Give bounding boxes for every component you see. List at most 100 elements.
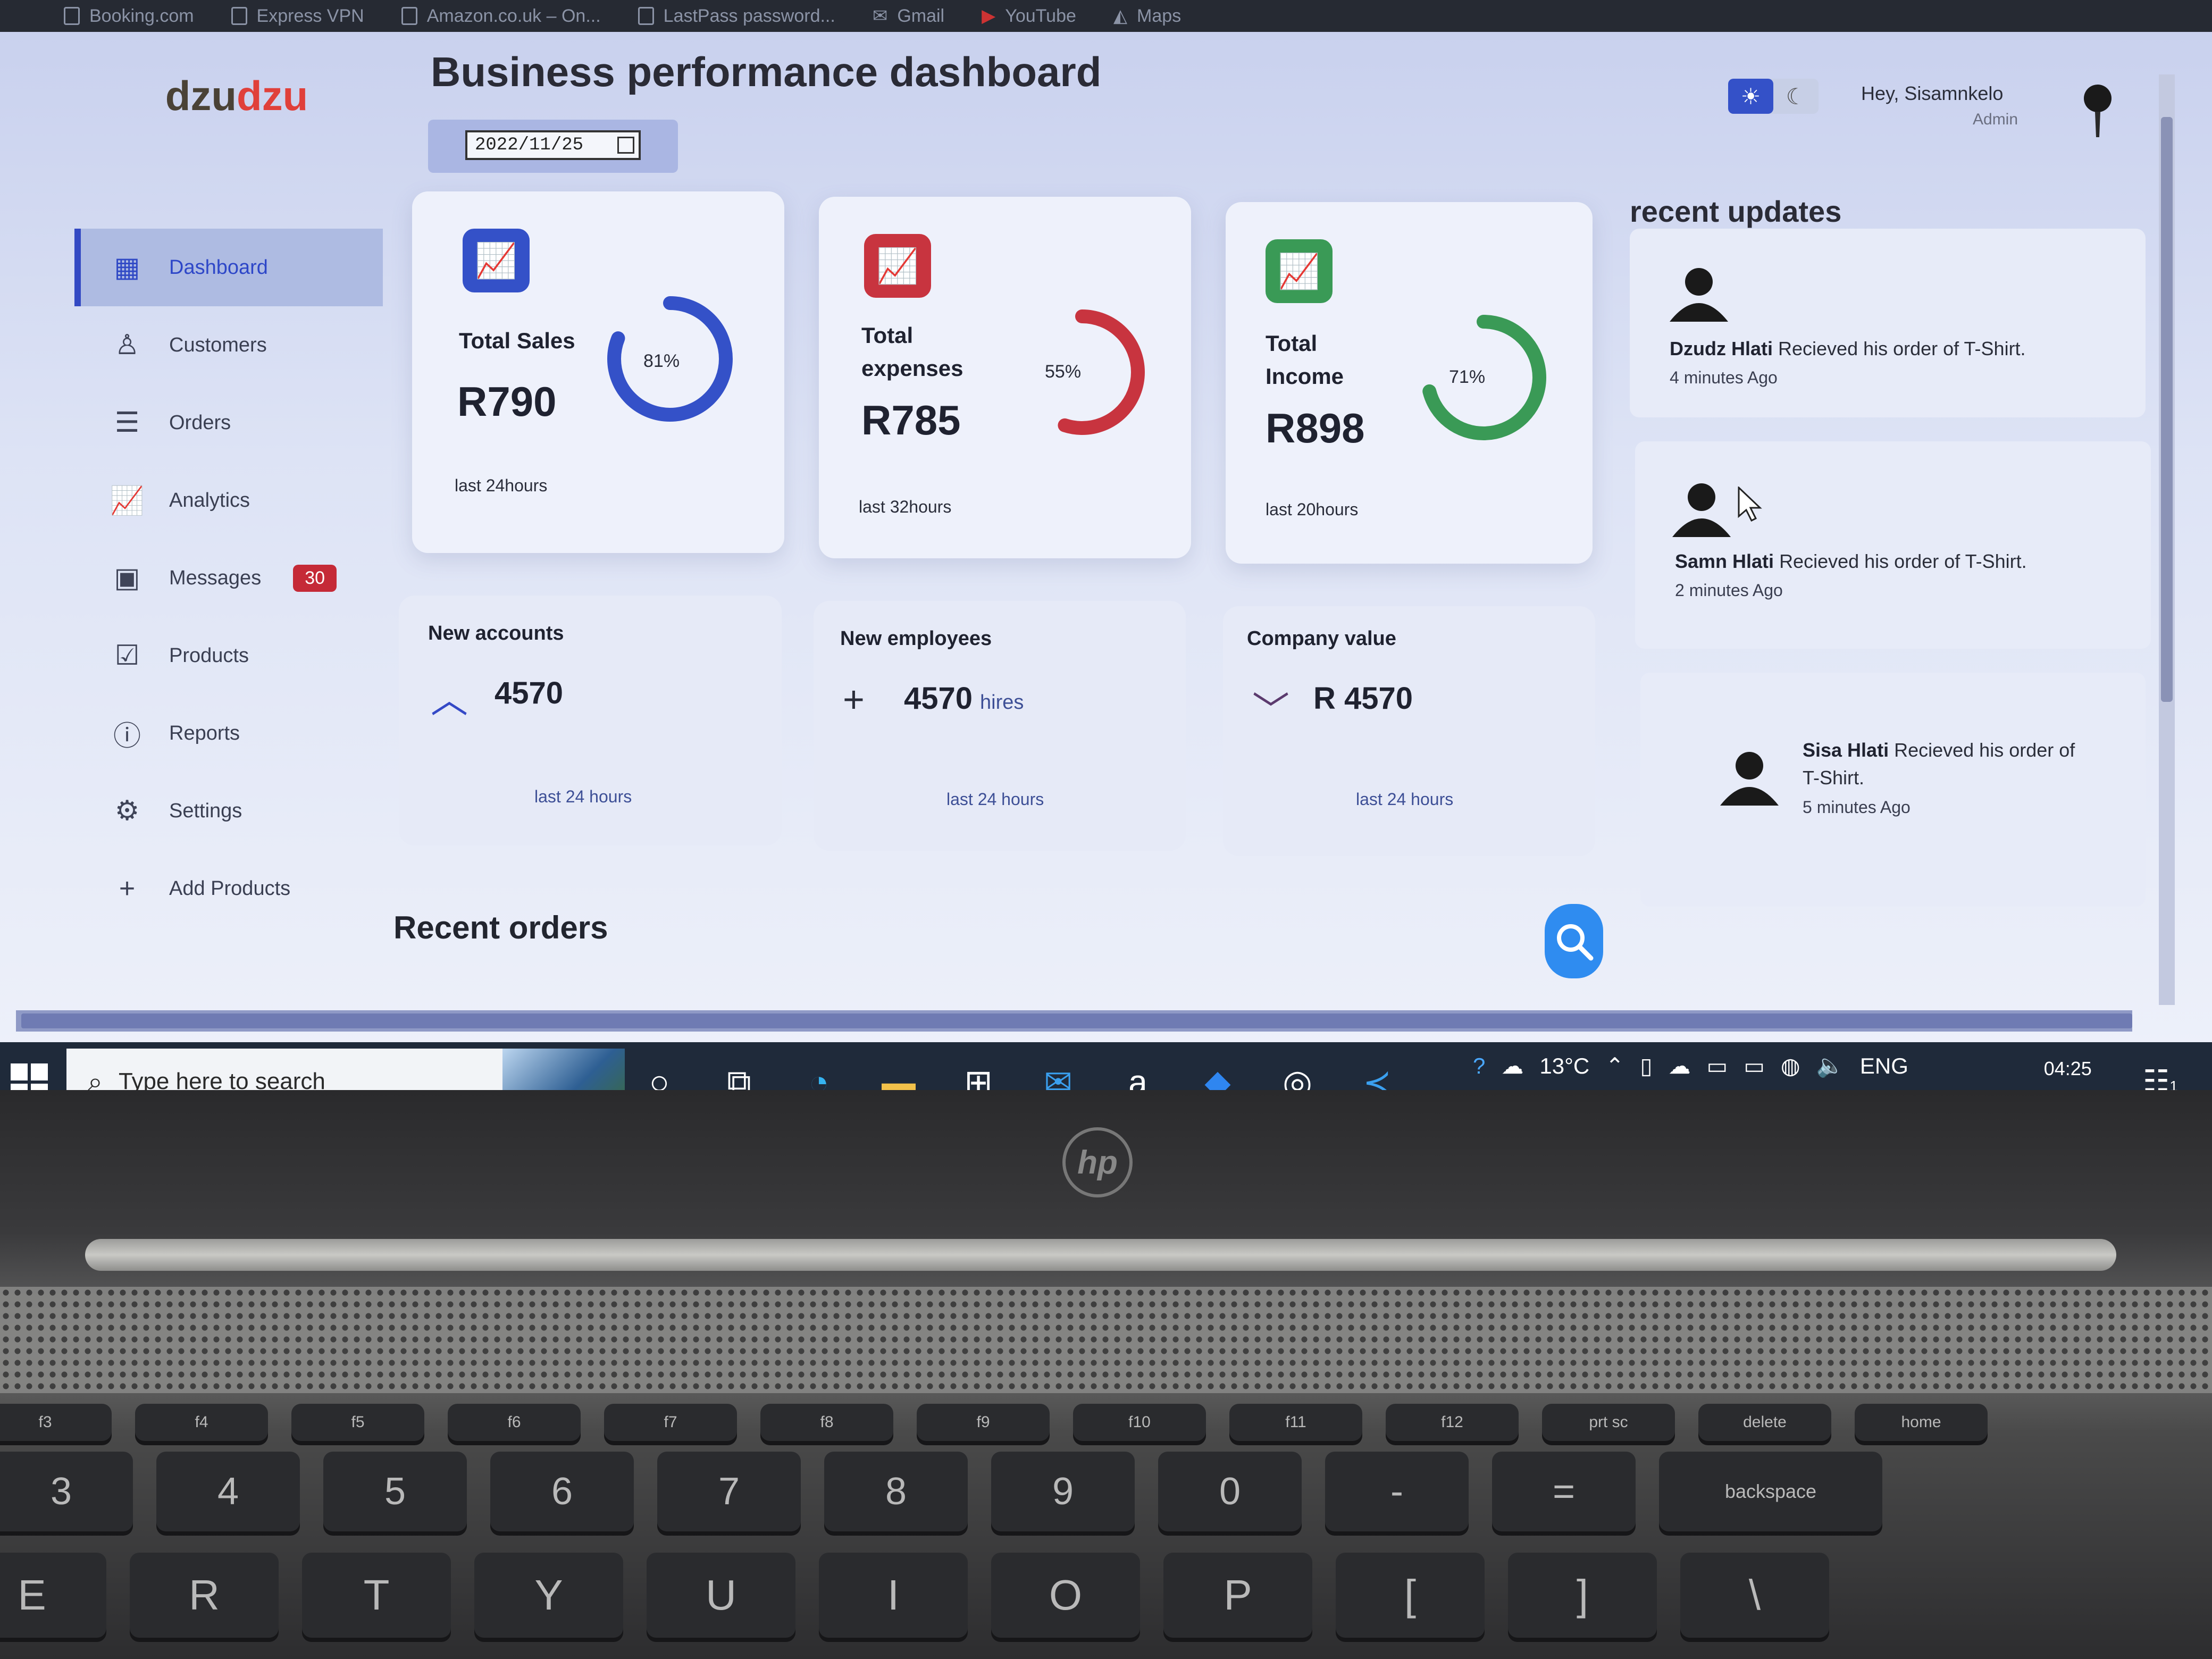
app-logo[interactable]: dzu dzu	[85, 66, 388, 125]
bookmark[interactable]: LastPass password...	[638, 6, 835, 27]
scrollbar-thumb[interactable]	[2161, 117, 2173, 702]
store-icon[interactable]: ⊞	[946, 1048, 1010, 1091]
messages-icon: ▣	[114, 563, 140, 593]
dropbox-icon[interactable]: ◆	[1186, 1048, 1250, 1091]
keyboard-key: Y	[474, 1553, 623, 1638]
mini-value: R 4570	[1313, 681, 1413, 716]
dashboard-icon: ▦	[114, 252, 140, 283]
stat-period: last 24hours	[455, 476, 548, 495]
keyboard-key: prt sc	[1542, 1404, 1675, 1441]
chart-icon: 📈	[1266, 239, 1333, 303]
plus-icon: +	[843, 678, 865, 720]
avatar	[1672, 483, 1731, 537]
network-icon[interactable]: ◍	[1781, 1053, 1800, 1079]
sidebar-item-reports[interactable]: ⓘ Reports	[74, 694, 383, 772]
search-button[interactable]	[1545, 904, 1603, 978]
weather-temperature[interactable]: 13°C	[1539, 1053, 1589, 1079]
vertical-scrollbar[interactable]	[2159, 74, 2175, 1005]
update-item: Sisa Hlati Recieved his order of T-Shirt…	[1640, 673, 2146, 907]
bookmark[interactable]: ✉ Gmail	[873, 5, 944, 27]
bookmark[interactable]: Express VPN	[231, 6, 364, 27]
windows-start-icon[interactable]	[11, 1063, 48, 1090]
keyboard-letter-row: E R T Y U I O P [ ] \	[0, 1553, 1829, 1638]
mini-title: New accounts	[428, 622, 564, 644]
mini-card-company-value: Company value ﹀ R 4570 last 24 hours	[1223, 606, 1595, 856]
file-explorer-icon[interactable]: ▬	[867, 1048, 931, 1090]
keyboard-key: f5	[291, 1404, 424, 1441]
update-time: 4 minutes Ago	[1670, 368, 1778, 387]
mini-title: New employees	[840, 627, 992, 650]
keyboard-key: \	[1680, 1553, 1829, 1638]
sidebar-item-dashboard[interactable]: ▦ Dashboard	[74, 229, 383, 306]
onedrive-icon[interactable]: ☁	[1669, 1053, 1691, 1079]
recent-orders-title: Recent orders	[393, 910, 608, 945]
clock-date: 2022/11/04	[2021, 1084, 2115, 1090]
keyboard-function-row: f3 f4 f5 f6 f7 f8 f9 f10 f11 f12 prt sc …	[0, 1404, 1988, 1441]
stat-title: Total expenses	[861, 323, 963, 381]
stat-title: Total Sales	[459, 328, 575, 353]
taskbar-search-input[interactable]: ⌕ Type here to search	[66, 1049, 625, 1090]
sidebar-item-add-products[interactable]: + Add Products	[74, 850, 383, 927]
vscode-icon[interactable]: ≺	[1345, 1048, 1409, 1091]
search-icon: ⌕	[88, 1066, 103, 1091]
cortana-icon[interactable]: ○	[627, 1048, 691, 1090]
gmail-icon: ✉	[872, 6, 888, 26]
edge-browser-icon[interactable]: ◔	[787, 1048, 851, 1090]
mini-period: last 24 hours	[534, 787, 632, 806]
mail-icon[interactable]: ✉	[1026, 1048, 1090, 1091]
progress-ring	[1019, 309, 1145, 435]
sidebar-item-orders[interactable]: ☰ Orders	[74, 384, 383, 462]
sidebar-item-products[interactable]: ☑ Products	[74, 617, 383, 694]
device-icon[interactable]: ▯	[1640, 1053, 1652, 1079]
keyboard-key: f3	[0, 1404, 112, 1441]
date-input[interactable]: 2022/11/25	[465, 130, 641, 160]
moon-icon[interactable]: ☾	[1773, 79, 1819, 114]
chevron-up-icon[interactable]: ⌃	[1605, 1053, 1624, 1079]
stat-card-income: 📈 Total Income R898 last 20hours 71%	[1226, 202, 1593, 564]
percent-label: 81%	[643, 351, 680, 371]
bookmark[interactable]: Amazon.co.uk – On...	[401, 6, 601, 27]
sidebar-item-analytics[interactable]: 📈 Analytics	[74, 462, 383, 539]
keyboard-key: E	[0, 1553, 106, 1638]
mouse-cursor-icon	[1738, 487, 1762, 522]
sidebar-item-settings[interactable]: ⚙ Settings	[74, 772, 383, 850]
keyboard-key: f8	[760, 1404, 893, 1441]
battery-icon[interactable]: ▭	[1744, 1053, 1765, 1079]
app-icon[interactable]: ◎	[1266, 1048, 1329, 1091]
keyboard-key: f10	[1073, 1404, 1206, 1441]
help-icon[interactable]: ?	[1473, 1053, 1485, 1079]
system-tray: ? ☁ 13°C ⌃ ▯ ☁ ▭ ▭ ◍ 🔈 ENG	[1473, 1053, 1908, 1079]
sun-icon[interactable]: ☀	[1728, 79, 1773, 114]
display-icon[interactable]: ▭	[1707, 1053, 1728, 1079]
sidebar-item-messages[interactable]: ▣ Messages 30	[74, 539, 383, 617]
avatar[interactable]	[2074, 80, 2122, 138]
keyboard-key: 7	[657, 1452, 801, 1531]
scrollbar-thumb[interactable]	[21, 1013, 2132, 1028]
keyboard-key: O	[991, 1553, 1140, 1638]
taskbar: ⌕ Type here to search ○ ⧉ ◔ ▬ ⊞ ✉ a ◆ ◎ …	[0, 1042, 2212, 1090]
bookmark[interactable]: ◭ Maps	[1113, 5, 1181, 27]
task-view-icon[interactable]: ⧉	[707, 1048, 771, 1091]
youtube-icon: ▶	[982, 6, 996, 26]
mini-card-new-accounts: New accounts ︿ 4570 last 24 hours	[399, 596, 782, 845]
notification-icon[interactable]: ☷1	[2143, 1063, 2178, 1090]
language-indicator[interactable]: ENG	[1860, 1053, 1908, 1079]
bookmark[interactable]: ▶ YouTube	[982, 5, 1076, 27]
bookmark[interactable]: Booking.com	[64, 6, 194, 27]
notification-count: 1	[2169, 1078, 2178, 1090]
system-clock[interactable]: 04:25 2022/11/04	[2021, 1054, 2115, 1090]
cloud-weather-icon[interactable]: ☁	[1501, 1053, 1523, 1079]
sidebar-item-customers[interactable]: ♙ Customers	[74, 306, 383, 384]
search-highlight-image	[502, 1049, 625, 1090]
chart-icon: 📈	[110, 485, 145, 516]
amazon-icon[interactable]: a	[1106, 1048, 1170, 1090]
keyboard-key: R	[130, 1553, 279, 1638]
keyboard-key: f6	[448, 1404, 581, 1441]
horizontal-scrollbar[interactable]	[16, 1010, 2132, 1032]
calendar-icon[interactable]	[617, 137, 634, 154]
chart-icon: 📈	[864, 234, 931, 298]
keyboard-key: home	[1855, 1404, 1988, 1441]
theme-toggle[interactable]: ☀ ☾	[1728, 79, 1819, 114]
volume-icon[interactable]: 🔈	[1816, 1053, 1844, 1079]
page-icon	[64, 7, 80, 25]
